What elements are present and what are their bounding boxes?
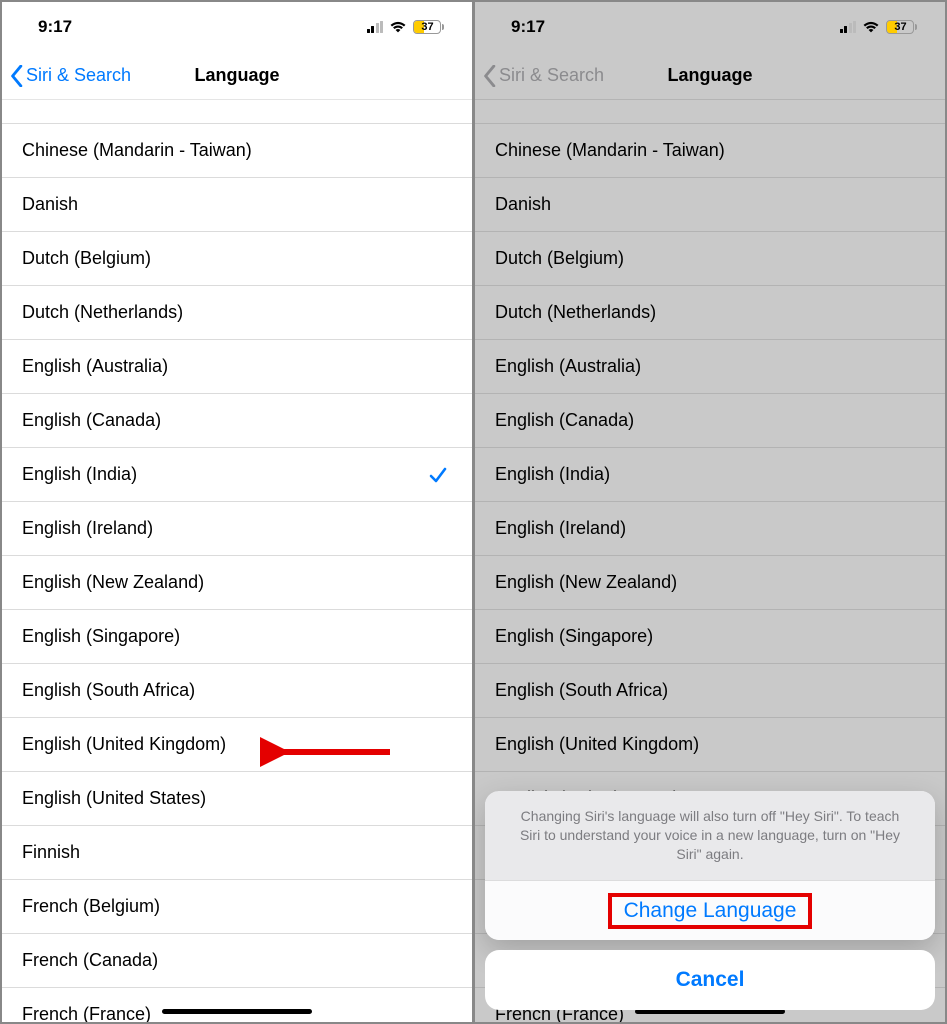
battery-icon: 37 [413, 20, 444, 34]
list-item[interactable]: Dutch (Netherlands) [2, 286, 472, 340]
list-item-label: English (South Africa) [22, 680, 195, 701]
list-item[interactable]: English (Canada) [2, 394, 472, 448]
cellular-icon [367, 21, 384, 33]
time-label: 9:17 [38, 17, 72, 37]
action-sheet: Changing Siri's language will also turn … [475, 2, 945, 1022]
list-item-label: English (Singapore) [22, 626, 180, 647]
list-item[interactable]: English (United Kingdom) [2, 718, 472, 772]
list-item-label: Dutch (Netherlands) [22, 302, 183, 323]
list-item[interactable]: English (Singapore) [2, 610, 472, 664]
list-item[interactable]: English (United States) [2, 772, 472, 826]
list-item-label: Danish [22, 194, 78, 215]
language-list[interactable]: Chinese (Mandarin - China mainland) Chin… [2, 100, 472, 1022]
list-item-label: English (Ireland) [22, 518, 153, 539]
list-item[interactable]: English (Australia) [2, 340, 472, 394]
wifi-icon [389, 20, 407, 34]
nav-bar: Siri & Search Language [2, 52, 472, 100]
list-item-label: Finnish [22, 842, 80, 863]
page-title: Language [194, 65, 279, 86]
list-item-label: French (Canada) [22, 950, 158, 971]
back-button[interactable]: Siri & Search [10, 65, 131, 87]
list-item-label: English (Canada) [22, 410, 161, 431]
list-item[interactable]: English (New Zealand) [2, 556, 472, 610]
list-item-label: French (France) [22, 1004, 151, 1022]
checkmark-icon [428, 465, 448, 485]
action-sheet-group: Changing Siri's language will also turn … [485, 791, 935, 940]
list-item[interactable]: Dutch (Belgium) [2, 232, 472, 286]
list-item-label: French (Belgium) [22, 896, 160, 917]
list-item[interactable]: English (India) [2, 448, 472, 502]
phone-right: 9:17 37 Siri & Search Language Chinese (… [475, 2, 945, 1022]
status-right: 37 [367, 20, 445, 34]
highlight-box: Change Language [608, 893, 813, 929]
list-item-label: English (United Kingdom) [22, 734, 226, 755]
list-item-label: Dutch (Belgium) [22, 248, 151, 269]
change-language-label: Change Language [624, 899, 797, 922]
list-item[interactable]: Chinese (Mandarin - Taiwan) [2, 124, 472, 178]
list-item[interactable]: English (South Africa) [2, 664, 472, 718]
action-sheet-message: Changing Siri's language will also turn … [485, 791, 935, 880]
list-item-label: Chinese (Mandarin - Taiwan) [22, 140, 252, 161]
list-item[interactable]: Chinese (Mandarin - China mainland) [2, 100, 472, 124]
status-bar: 9:17 37 [2, 2, 472, 52]
list-item-label: English (New Zealand) [22, 572, 204, 593]
home-indicator[interactable] [162, 1009, 312, 1014]
list-item-label: English (Australia) [22, 356, 168, 377]
chevron-left-icon [10, 65, 24, 87]
list-item-label: English (United States) [22, 788, 206, 809]
list-item[interactable]: Danish [2, 178, 472, 232]
list-item[interactable]: Finnish [2, 826, 472, 880]
list-item[interactable]: French (Belgium) [2, 880, 472, 934]
battery-percent: 37 [413, 20, 442, 34]
list-item[interactable]: French (Canada) [2, 934, 472, 988]
cancel-button[interactable]: Cancel [485, 950, 935, 1010]
cancel-label: Cancel [676, 968, 745, 992]
list-item-label: English (India) [22, 464, 137, 485]
back-label: Siri & Search [26, 65, 131, 86]
list-item[interactable]: English (Ireland) [2, 502, 472, 556]
list-item[interactable]: French (France) [2, 988, 472, 1022]
phone-left: 9:17 37 Siri & Search Language Chinese (… [2, 2, 472, 1022]
change-language-button[interactable]: Change Language [485, 880, 935, 940]
